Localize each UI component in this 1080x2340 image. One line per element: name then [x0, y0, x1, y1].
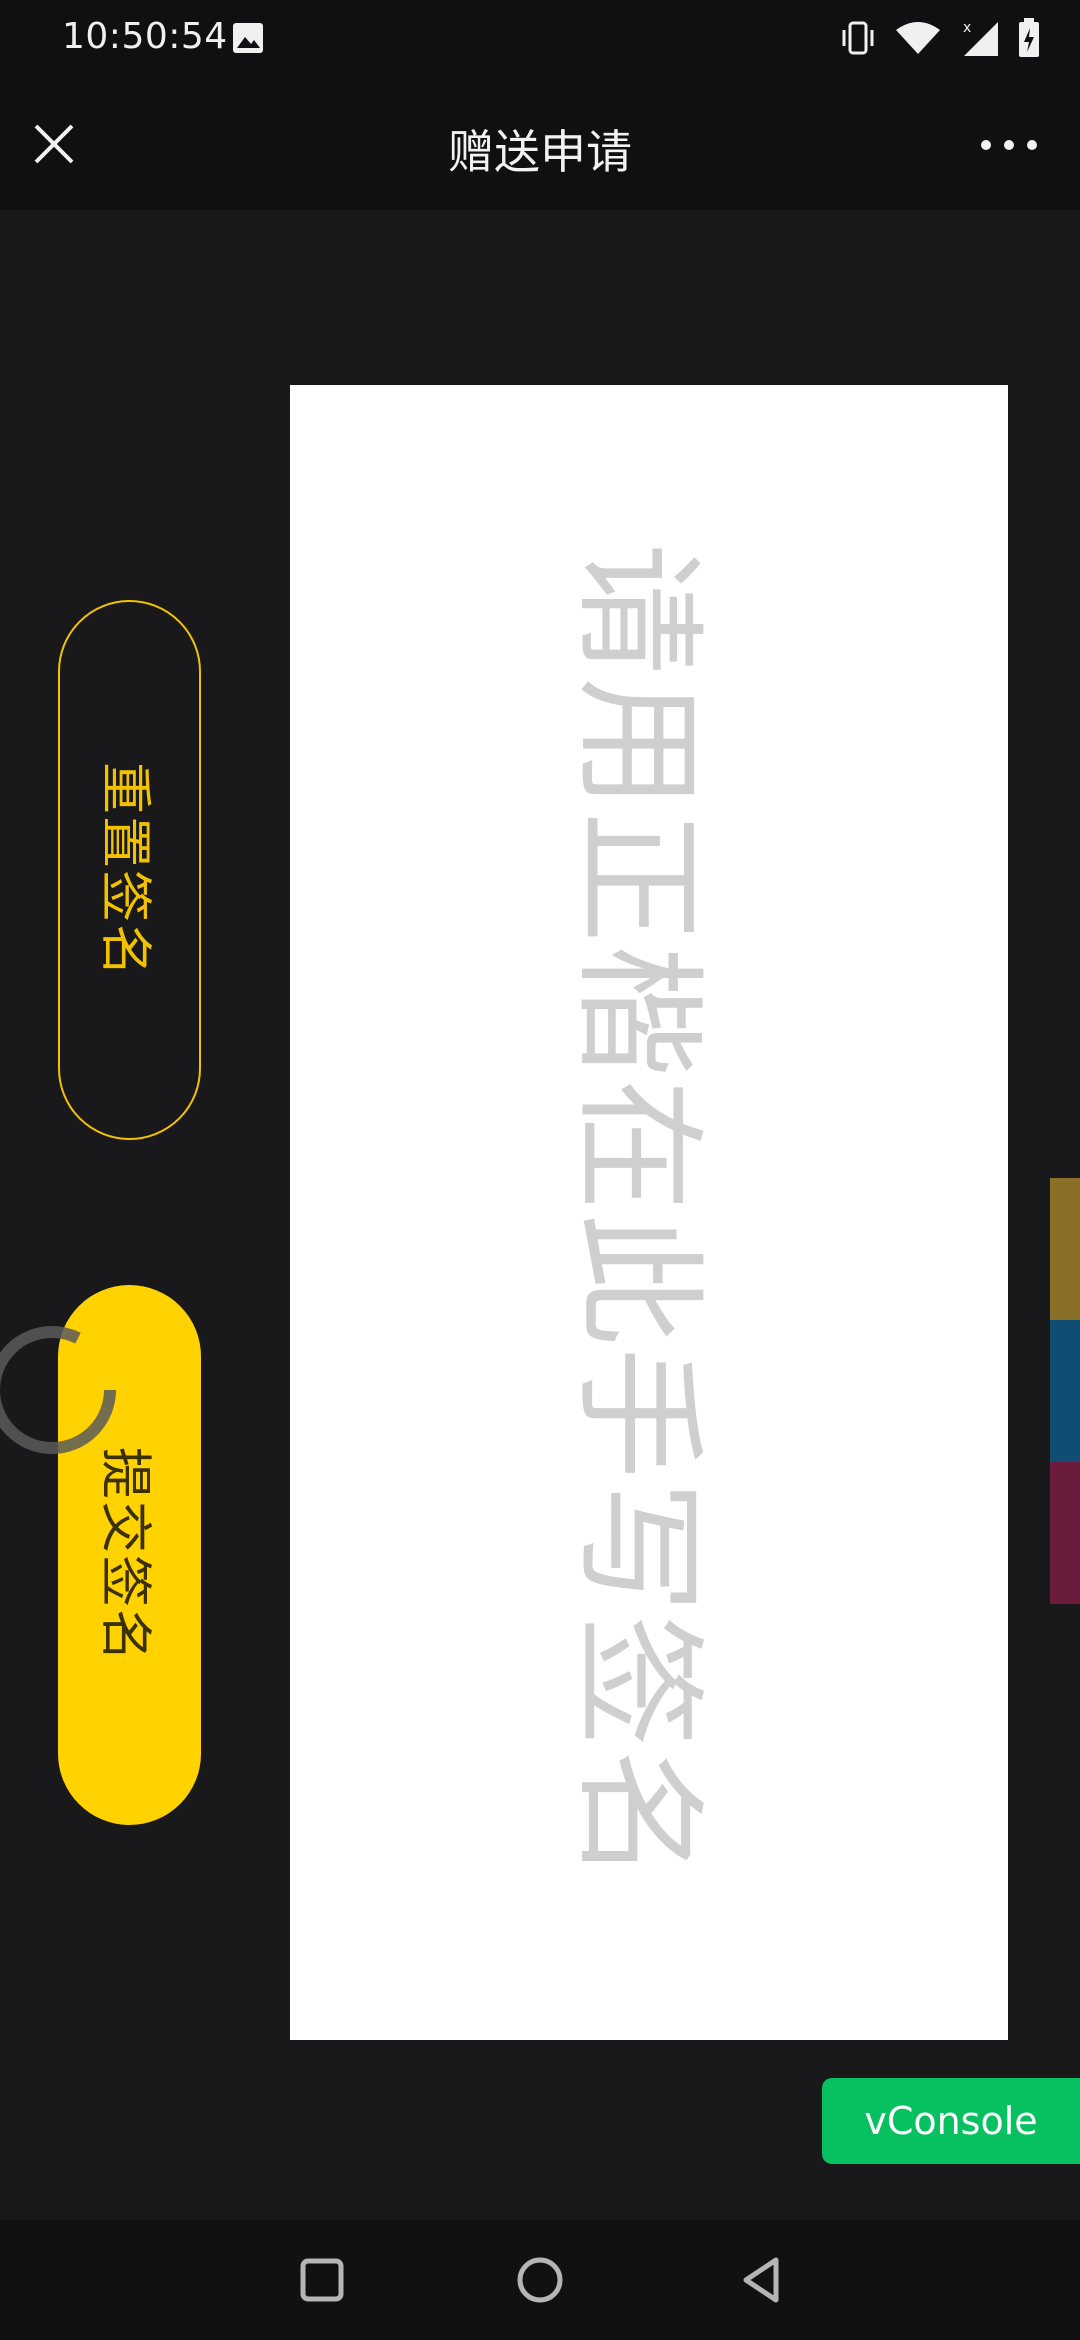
signature-pad[interactable]: 请用正楷在此手写签名: [290, 385, 1008, 2040]
side-tab-blue[interactable]: [1050, 1320, 1080, 1462]
signal-icon: x: [960, 18, 1000, 62]
side-tab-gold[interactable]: [1050, 1178, 1080, 1320]
more-icon[interactable]: [974, 130, 1044, 160]
submit-signature-label: 提交签名: [94, 1446, 154, 1664]
status-bar: 10:50:54 x: [0, 0, 1080, 80]
loading-spinner-icon: [0, 1320, 122, 1460]
recents-icon[interactable]: [292, 2250, 352, 2310]
svg-text:x: x: [963, 20, 971, 36]
status-time: 10:50:54: [62, 16, 228, 57]
vconsole-button[interactable]: vConsole: [822, 2078, 1080, 2164]
side-color-tabs: [1050, 1178, 1080, 1604]
battery-charging-icon: [1018, 18, 1040, 62]
signature-placeholder: 请用正楷在此手写签名: [560, 542, 715, 1883]
reset-signature-button[interactable]: 重置签名: [58, 600, 201, 1140]
vibrate-icon: [840, 20, 876, 60]
page-title: 赠送申请: [448, 125, 632, 179]
photo-icon: [232, 22, 264, 58]
nav-bar: 赠送申请: [0, 80, 1080, 210]
reset-signature-label: 重置签名: [94, 761, 154, 979]
back-icon[interactable]: [734, 2250, 794, 2310]
wifi-icon: [894, 20, 942, 60]
home-icon[interactable]: [510, 2250, 570, 2310]
status-icons: x: [840, 18, 1040, 62]
side-tab-red[interactable]: [1050, 1462, 1080, 1604]
system-nav-bar: [0, 2220, 1080, 2340]
